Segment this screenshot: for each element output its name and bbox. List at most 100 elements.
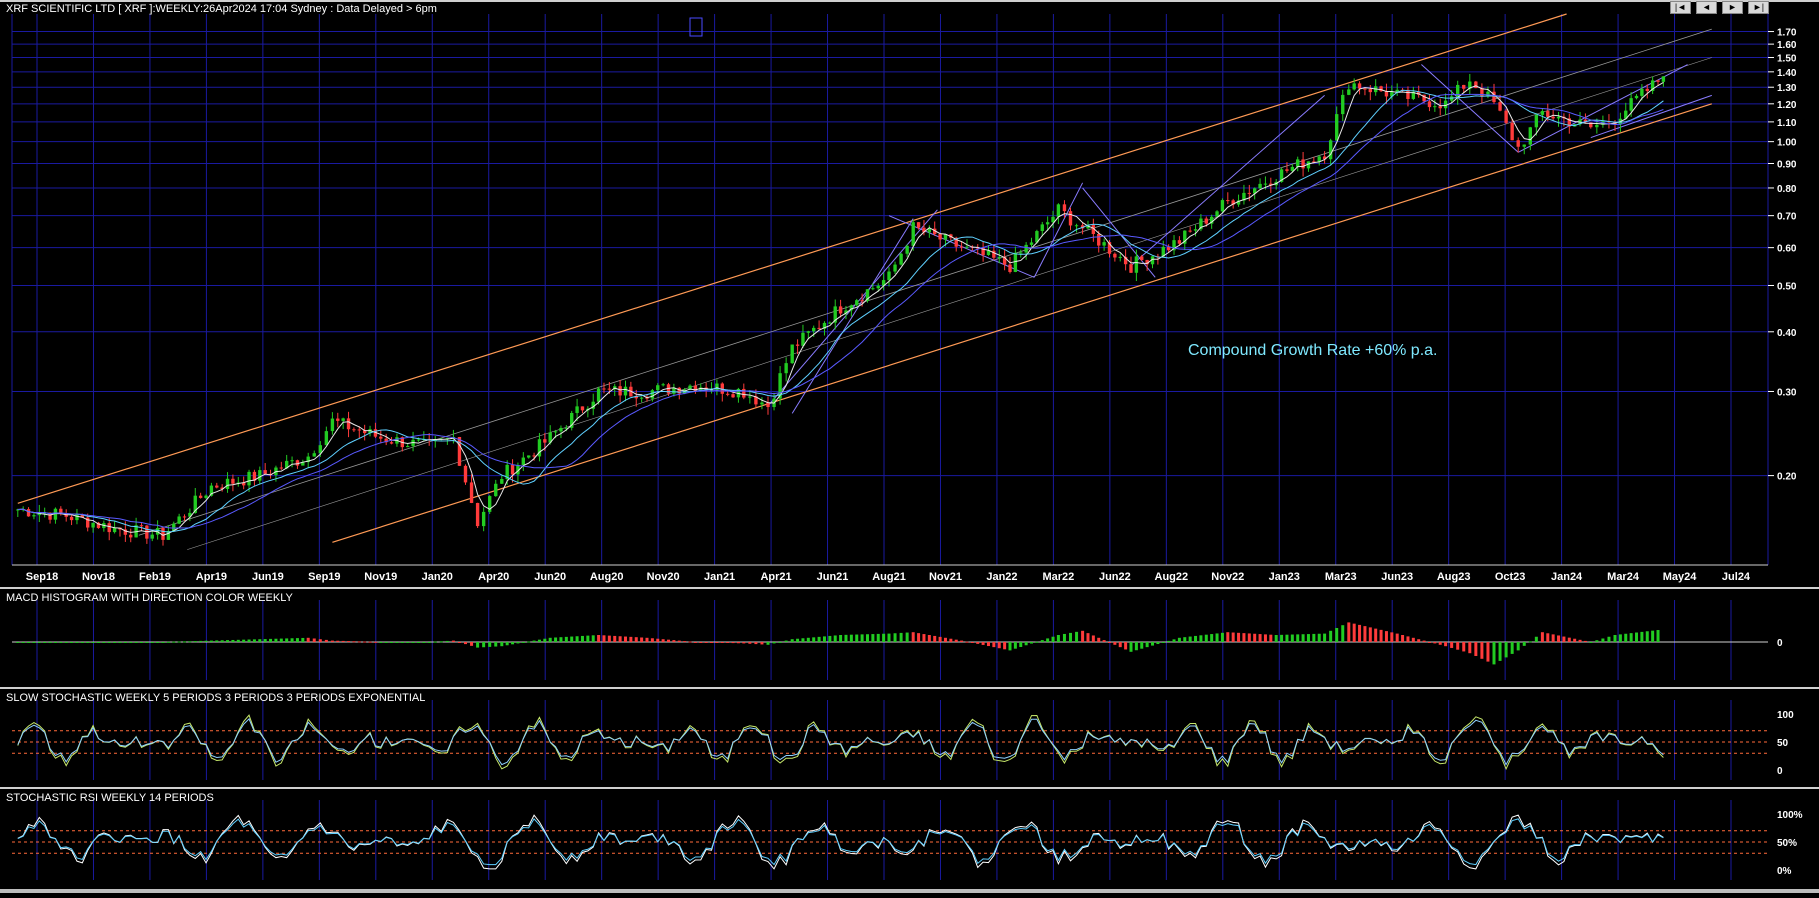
macd-bar bbox=[543, 638, 547, 642]
macd-bar bbox=[352, 641, 356, 643]
stochrsi-y-tick-label: 50% bbox=[1777, 838, 1797, 849]
candle-body bbox=[959, 246, 964, 248]
macd-bar bbox=[263, 639, 267, 642]
price-x-tick-label: Jan20 bbox=[422, 571, 453, 583]
macd-bar bbox=[736, 642, 740, 644]
macd-bar bbox=[406, 642, 410, 643]
candle-body bbox=[650, 390, 655, 399]
macd-bar bbox=[285, 638, 289, 642]
macd-bar bbox=[242, 639, 246, 642]
macd-bar bbox=[439, 641, 443, 643]
macd-bar bbox=[1635, 632, 1639, 642]
macd-bar bbox=[274, 638, 278, 642]
candle-body bbox=[1024, 244, 1028, 253]
macd-bar bbox=[427, 642, 431, 643]
nav-next-button[interactable]: ► bbox=[1722, 1, 1743, 14]
macd-bar bbox=[505, 642, 509, 646]
macd-bar bbox=[1140, 642, 1144, 649]
macd-bar bbox=[1352, 623, 1356, 642]
marker-box bbox=[689, 17, 703, 37]
candle-body bbox=[1656, 80, 1660, 82]
price-y-tick-label: 0.20 bbox=[1777, 472, 1797, 483]
candle-body bbox=[1193, 229, 1198, 231]
panel-separator bbox=[0, 587, 1819, 589]
macd-bar bbox=[1107, 642, 1111, 643]
macd-bar bbox=[390, 642, 394, 643]
macd-bar bbox=[199, 640, 203, 642]
candle-body bbox=[1019, 252, 1023, 254]
macd-y-tick-label: 0 bbox=[1777, 638, 1783, 649]
macd-bar bbox=[1656, 630, 1660, 642]
macd-bar bbox=[656, 638, 660, 642]
macd-bar bbox=[1546, 633, 1550, 642]
macd-bar bbox=[1177, 637, 1181, 642]
macd-bar bbox=[943, 637, 947, 642]
macd-bar bbox=[1280, 634, 1284, 642]
macd-bar bbox=[1607, 636, 1611, 642]
macd-bar bbox=[623, 636, 627, 642]
macd-bar bbox=[123, 642, 127, 643]
macd-bar bbox=[887, 633, 891, 642]
macd-bar bbox=[1102, 640, 1106, 642]
macd-bar bbox=[1486, 642, 1490, 662]
macd-bar bbox=[1312, 633, 1316, 642]
macd-bar bbox=[1613, 635, 1617, 642]
candle-body bbox=[1328, 140, 1333, 160]
candle-body bbox=[379, 436, 383, 439]
macd-bar bbox=[1379, 629, 1383, 642]
candle-body bbox=[1498, 102, 1502, 111]
macd-bar bbox=[1124, 642, 1128, 650]
macd-bar bbox=[32, 642, 36, 643]
macd-bar bbox=[1363, 626, 1367, 642]
candle-body bbox=[1335, 114, 1339, 141]
macd-bar bbox=[482, 642, 486, 648]
macd-bar bbox=[580, 635, 584, 642]
macd-bar bbox=[1395, 633, 1399, 642]
macd-bar bbox=[59, 642, 63, 643]
top-border bbox=[0, 0, 1819, 2]
macd-bar bbox=[422, 642, 426, 643]
macd-bar bbox=[1269, 634, 1273, 642]
macd-bar bbox=[1492, 642, 1496, 665]
macd-bar bbox=[766, 642, 770, 645]
candle-body bbox=[532, 455, 536, 457]
price-x-tick-label: Apr21 bbox=[760, 571, 791, 583]
macd-bar bbox=[301, 637, 305, 642]
candle-body bbox=[32, 515, 36, 517]
macd-bar bbox=[347, 641, 351, 643]
price-x-tick-label: Aug22 bbox=[1155, 571, 1189, 583]
macd-bar bbox=[177, 641, 181, 643]
candle-body bbox=[494, 483, 498, 497]
macd-bar bbox=[80, 642, 84, 643]
price-x-tick-label: Nov21 bbox=[929, 571, 962, 583]
candle-body bbox=[1368, 89, 1372, 93]
macd-bar bbox=[368, 641, 372, 643]
candle-body bbox=[607, 388, 612, 390]
macd-bar bbox=[933, 635, 937, 642]
candle-body bbox=[876, 285, 880, 289]
price-x-tick-label: Nov22 bbox=[1211, 571, 1244, 583]
macd-bar bbox=[1258, 634, 1262, 642]
macd-bar bbox=[672, 640, 676, 642]
nav-first-button[interactable]: |◄ bbox=[1670, 1, 1691, 14]
candle-body bbox=[1140, 256, 1144, 260]
price-x-tick-label: Apr20 bbox=[478, 571, 509, 583]
candle-body bbox=[1433, 106, 1437, 108]
candle-body bbox=[1540, 111, 1545, 115]
macd-bar bbox=[618, 636, 622, 642]
candle-body bbox=[997, 256, 1001, 258]
nav-prev-button[interactable]: ◄ bbox=[1696, 1, 1717, 14]
candle-body bbox=[1551, 116, 1555, 119]
candle-body bbox=[1013, 252, 1018, 272]
price-x-tick-label: Mar23 bbox=[1325, 571, 1357, 583]
macd-bar bbox=[817, 636, 821, 642]
candle-body bbox=[855, 300, 859, 306]
candle-body bbox=[521, 457, 525, 466]
macd-bar bbox=[118, 642, 122, 643]
candle-body bbox=[1363, 88, 1367, 90]
price-x-tick-label: Jun21 bbox=[817, 571, 849, 583]
price-y-tick-label: 0.50 bbox=[1777, 281, 1797, 292]
macd-bar bbox=[400, 642, 404, 643]
candle-body bbox=[543, 439, 547, 443]
nav-last-button[interactable]: ►| bbox=[1748, 1, 1769, 14]
